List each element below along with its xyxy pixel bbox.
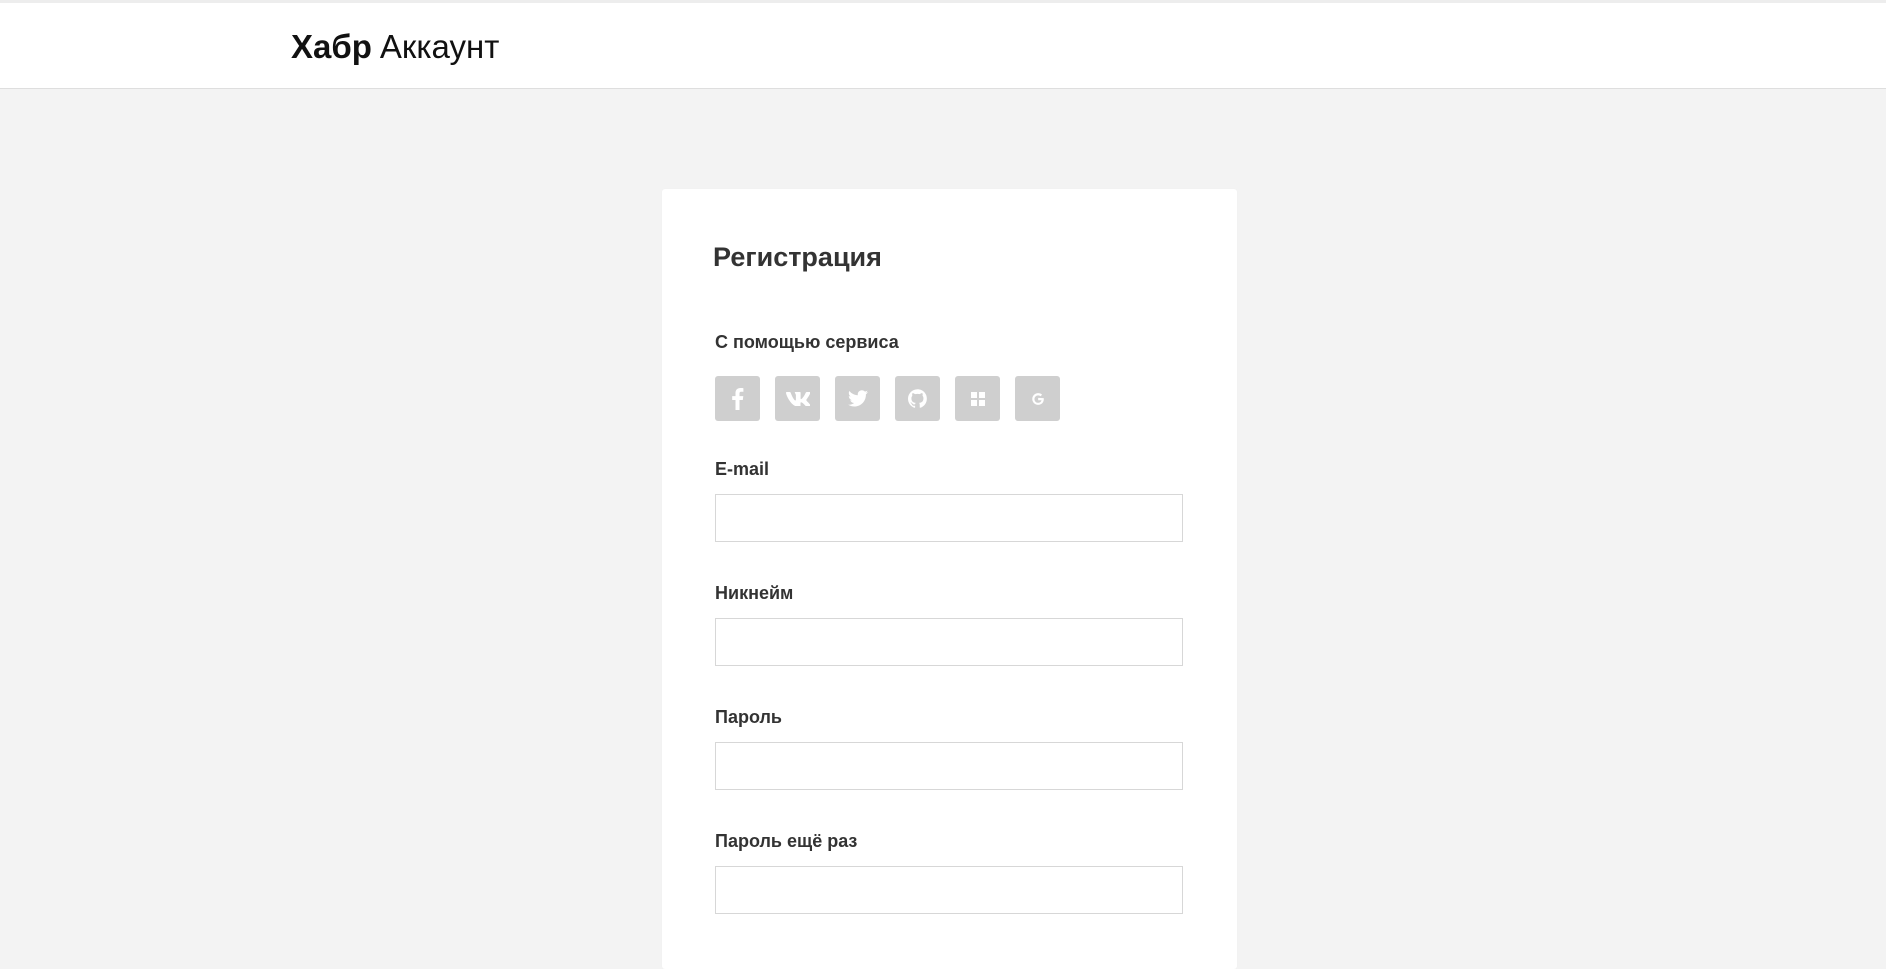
password-repeat-label: Пароль ещё раз <box>715 831 858 851</box>
email-label: E-mail <box>715 459 770 479</box>
password-label: Пароль <box>715 707 782 727</box>
email-field[interactable] <box>715 494 1183 542</box>
google-button[interactable] <box>1015 376 1060 421</box>
vk-button[interactable] <box>775 376 820 421</box>
vk-icon <box>785 391 810 406</box>
logo-product: Аккаунт <box>379 28 500 65</box>
windows-live-button[interactable] <box>955 376 1000 421</box>
password-field[interactable] <box>715 742 1183 790</box>
nickname-label: Никнейм <box>715 583 794 603</box>
site-header: Хабр Аккаунт <box>0 3 1886 89</box>
logo-brand: Хабр <box>291 28 372 65</box>
twitter-icon <box>847 390 868 407</box>
registration-card: Регистрация С помощью сервиса E-mail Ник… <box>662 189 1237 969</box>
twitter-button[interactable] <box>835 376 880 421</box>
social-label: С помощью сервиса <box>715 332 899 352</box>
google-icon <box>1030 391 1046 407</box>
logo[interactable]: Хабр Аккаунт <box>291 24 499 70</box>
github-button[interactable] <box>895 376 940 421</box>
github-icon <box>908 389 927 408</box>
nickname-field[interactable] <box>715 618 1183 666</box>
social-buttons <box>715 376 1060 421</box>
facebook-icon <box>731 387 744 410</box>
password-repeat-field[interactable] <box>715 866 1183 914</box>
page-title: Регистрация <box>713 242 882 272</box>
facebook-button[interactable] <box>715 376 760 421</box>
windows-icon <box>970 391 985 406</box>
